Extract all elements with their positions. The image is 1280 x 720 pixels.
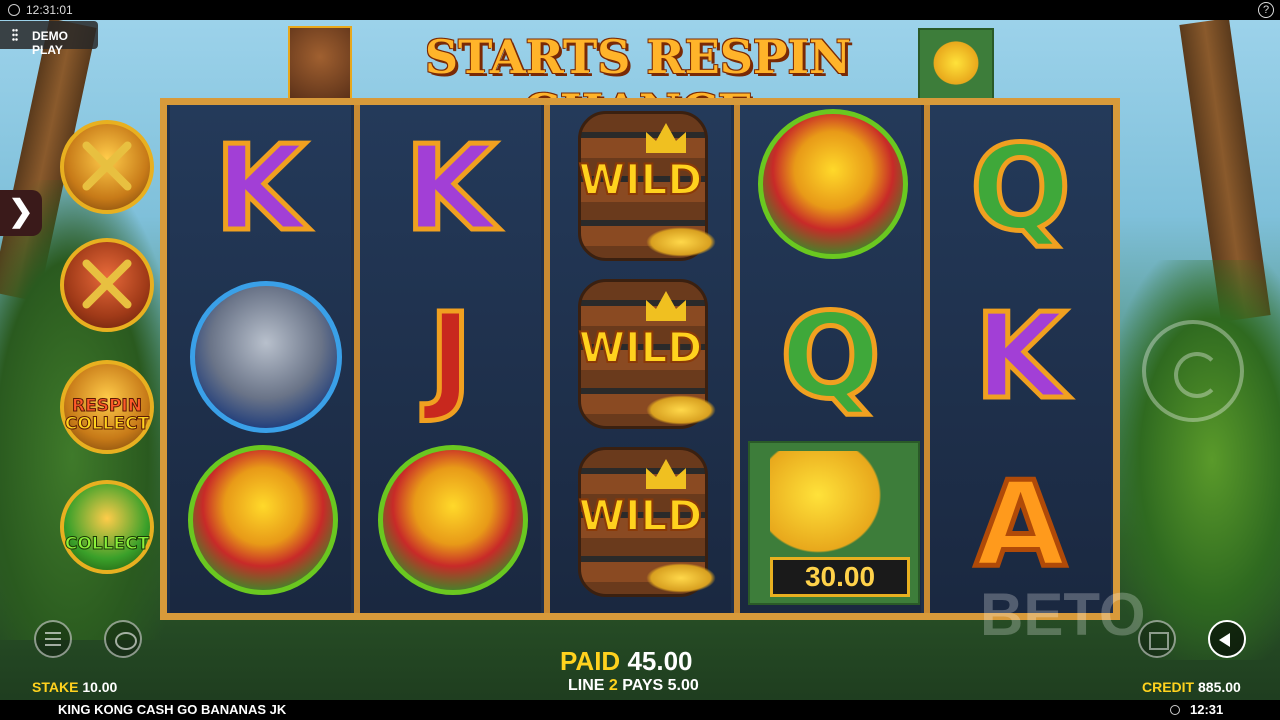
wild-label: WILD bbox=[578, 322, 704, 373]
wild-label: WILD bbox=[578, 154, 704, 205]
coins-icon bbox=[646, 227, 716, 257]
symbol-q: Q bbox=[778, 285, 883, 428]
wild-label: WILD bbox=[578, 490, 704, 541]
symbol-k: K bbox=[212, 117, 308, 260]
game-title: KING KONG CASH GO BANANAS JK bbox=[58, 702, 287, 717]
autoplay-button[interactable] bbox=[1138, 620, 1176, 658]
parrot-symbol-icon bbox=[378, 445, 528, 595]
pays-label: PAYS bbox=[622, 677, 664, 694]
symbol-cell: K bbox=[170, 105, 351, 271]
paid-amount: 45.00 bbox=[627, 646, 693, 676]
drag-dots-icon bbox=[12, 28, 18, 42]
stake-label: STAKE bbox=[32, 679, 79, 695]
feature-collect-icon: COLLECT bbox=[60, 480, 154, 574]
reel-5: Q K A bbox=[930, 105, 1111, 613]
stake-value: 10.00 bbox=[82, 679, 118, 695]
symbol-j: J bbox=[426, 285, 475, 428]
rhino-symbol-icon bbox=[190, 281, 342, 433]
parrot-symbol-icon bbox=[758, 109, 908, 259]
symbol-k: K bbox=[402, 117, 498, 260]
reel-3: WILD WILD WILD bbox=[550, 105, 731, 613]
help-icon[interactable]: ? bbox=[1258, 2, 1274, 18]
banana-cash-symbol: 30.00 bbox=[740, 441, 921, 607]
sound-toggle-button[interactable] bbox=[1208, 620, 1246, 658]
wild-symbol: WILD bbox=[550, 273, 731, 439]
paid-label: PAID bbox=[560, 646, 621, 676]
collect-label: COLLECT bbox=[64, 534, 150, 554]
feature-kong-red-locked-icon bbox=[60, 238, 154, 332]
clock-icon bbox=[1170, 705, 1180, 715]
symbol-cell: Q bbox=[930, 105, 1111, 271]
symbol-cell: K bbox=[930, 273, 1111, 439]
symbol-cell: Q bbox=[740, 273, 921, 439]
menu-button[interactable] bbox=[34, 620, 72, 658]
status-top-bar: 12:31:01 ? bbox=[0, 0, 1280, 20]
parrot-symbol-icon bbox=[188, 445, 338, 595]
banner-kong-icon bbox=[288, 26, 352, 102]
footer-bar: KING KONG CASH GO BANANAS JK 12:31 bbox=[0, 700, 1280, 720]
pays-amount: 5.00 bbox=[667, 677, 699, 694]
symbol-k: K bbox=[972, 285, 1068, 428]
credit-value: 885.00 bbox=[1198, 679, 1241, 695]
win-line-info: LINE 2 PAYS 5.00 bbox=[568, 677, 699, 695]
reel-4: Q 30.00 bbox=[740, 105, 921, 613]
credit-display: CREDIT 885.00 bbox=[1142, 679, 1241, 695]
collect-label: COLLECT bbox=[64, 414, 150, 434]
clock-icon bbox=[8, 4, 20, 16]
symbol-cell bbox=[360, 441, 541, 607]
refresh-icon bbox=[1174, 352, 1220, 398]
symbol-cell bbox=[170, 273, 351, 439]
speaker-icon bbox=[1219, 633, 1230, 647]
coins-icon bbox=[646, 395, 716, 425]
reel-frame: K K J WILD WILD WILD Q 30.00 Q K A bbox=[160, 98, 1120, 620]
wild-symbol: WILD bbox=[550, 441, 731, 607]
stake-coins-button[interactable] bbox=[104, 620, 142, 658]
spin-button[interactable] bbox=[1142, 320, 1244, 422]
feature-banner-text: STARTS RESPIN CHANCE bbox=[424, 30, 852, 138]
footer-clock: 12:31 bbox=[1190, 702, 1224, 717]
feature-kong-locked-icon bbox=[60, 120, 154, 214]
reel-2: K J bbox=[360, 105, 541, 613]
reel-1: K bbox=[170, 105, 351, 613]
side-panel-toggle-chevron-icon[interactable]: ❯ bbox=[0, 190, 42, 236]
watermark-logo: BETO bbox=[980, 581, 1146, 648]
banana-icon bbox=[770, 451, 890, 561]
wild-symbol: WILD bbox=[550, 105, 731, 271]
symbol-cell bbox=[170, 441, 351, 607]
coins-icon bbox=[646, 563, 716, 593]
demo-play-menu-button[interactable]: DEMO PLAY bbox=[0, 21, 98, 57]
symbol-cell bbox=[740, 105, 921, 271]
coins-stack-icon bbox=[115, 632, 137, 650]
hamburger-icon bbox=[45, 632, 61, 646]
win-paid-display: PAID 45.00 bbox=[560, 646, 693, 677]
autoplay-icon bbox=[1149, 632, 1169, 650]
banana-tile: 30.00 bbox=[748, 441, 920, 605]
symbol-q: Q bbox=[968, 117, 1073, 260]
feature-respin-collect-icon: RESPIN COLLECT bbox=[60, 360, 154, 454]
symbol-cell: J bbox=[360, 273, 541, 439]
banner-banana-icon bbox=[918, 28, 994, 100]
stake-display: STAKE 10.00 bbox=[32, 679, 117, 695]
line-label: LINE bbox=[568, 677, 605, 694]
respin-label: RESPIN bbox=[72, 396, 143, 416]
session-clock: 12:31:01 bbox=[26, 3, 73, 17]
symbol-cell: K bbox=[360, 105, 541, 271]
demo-play-label: DEMO PLAY bbox=[32, 29, 68, 57]
line-number: 2 bbox=[608, 677, 618, 694]
banana-cash-value: 30.00 bbox=[770, 557, 910, 597]
credit-label: CREDIT bbox=[1142, 679, 1195, 695]
